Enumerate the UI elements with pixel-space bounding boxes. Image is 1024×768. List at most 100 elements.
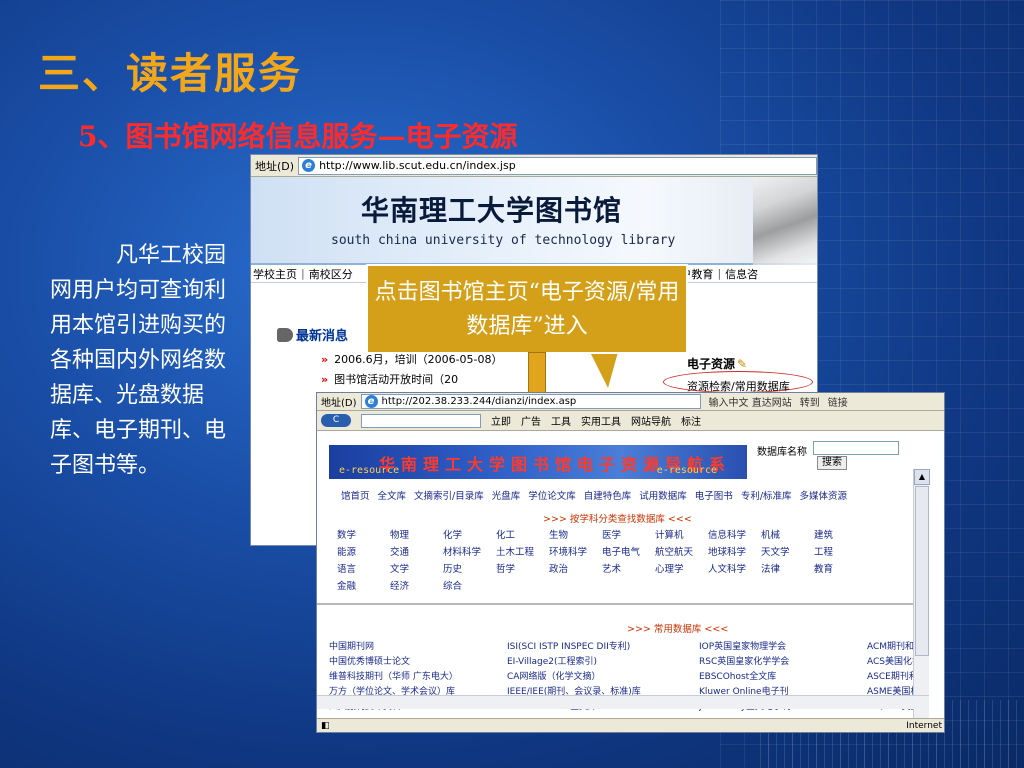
database-link[interactable]: CA网络版（化学文摘） [507, 669, 699, 682]
subject-link[interactable]: 工程 [814, 544, 867, 558]
scroll-up-icon[interactable]: ▲ [914, 469, 930, 485]
subject-link[interactable]: 化工 [496, 527, 549, 541]
instruction-callout: 点击图书馆主页“电子资源/常用数据库”进入 [366, 264, 688, 354]
latest-news-label: 最新消息 [296, 329, 349, 344]
url-text: http://202.38.233.244/dianzi/index.asp [381, 396, 577, 407]
slide-body-text: 凡华工校园网用户均可查询利用本馆引进购买的各种国内外网络数据库、光盘数据库、电子… [50, 243, 227, 478]
red-arrow-icon: » [321, 353, 329, 366]
subject-link[interactable]: 经济 [390, 578, 443, 592]
database-link[interactable]: RSC英国皇家化学学会 [699, 654, 867, 667]
nav-link[interactable]: 学位论文库 [528, 488, 576, 502]
subject-link[interactable]: 建筑 [814, 527, 867, 541]
subject-link[interactable]: 电子电气 [602, 544, 655, 558]
database-link[interactable]: 中国期刊网 [329, 639, 507, 652]
slide-title: 三、读者服务 [38, 49, 303, 98]
url-input[interactable]: e http://202.38.233.244/dianzi/index.asp [360, 394, 701, 409]
nav-link[interactable]: 多媒体资源 [800, 488, 848, 502]
subject-link[interactable]: 文学 [390, 561, 443, 575]
database-link[interactable]: IOP英国皇家物理学会 [699, 639, 867, 652]
subject-link[interactable]: 交通 [390, 544, 443, 558]
browser-toolbar: C 立即 广告 工具 实用工具 网站导航 标注 [317, 411, 944, 431]
calligraphy-decoration [753, 177, 817, 265]
database-link[interactable]: EI-Village2(工程索引) [507, 654, 699, 667]
nav-link-info-consult[interactable]: 信息咨 [723, 266, 760, 282]
database-link[interactable]: ISI(SCI ISTP INSPEC DII专利) [507, 639, 699, 652]
subject-grid: 数学 物理 化学 化工 生物 医学 计算机 信息科学 机械 建筑能源 交通 材料科学 土木工程 环境科学电… [337, 527, 917, 592]
url-text: http://www.lib.scut.edu.cn/index.jsp [319, 159, 516, 172]
database-name-label: 数据库名称 [757, 447, 807, 458]
subject-link[interactable]: 哲学 [496, 561, 549, 575]
electronic-resources-heading: 电子资源 ✎ [687, 357, 748, 371]
subject-link[interactable]: 医学 [602, 527, 655, 541]
database-name-input[interactable] [813, 441, 899, 455]
subject-link[interactable]: 信息科学 [708, 527, 761, 541]
subject-link[interactable]: 法律 [761, 561, 814, 575]
toolbar-utilities-button[interactable]: 实用工具 [581, 413, 621, 428]
library-name: 华南理工大学图书馆 [361, 194, 623, 227]
subject-link[interactable]: 航空航天 [655, 544, 708, 558]
subject-link[interactable]: 物理 [390, 527, 443, 541]
subject-link[interactable]: 土木工程 [496, 544, 549, 558]
banner-eresource-label: e-resource [656, 465, 717, 476]
vertical-scrollbar[interactable]: ▲ ▼ [913, 469, 930, 732]
subject-link[interactable]: 人文科学 [708, 561, 761, 575]
subject-link[interactable]: 数学 [337, 527, 390, 541]
subject-link[interactable]: 能源 [337, 544, 390, 558]
news-item[interactable]: » 图书馆活动开放时间（20 [321, 371, 458, 387]
toolbar-ads-button[interactable]: 广告 [521, 413, 541, 428]
scroll-thumb[interactable] [915, 486, 929, 656]
section-divider [317, 603, 929, 605]
nav-link[interactable]: 光盘库 [492, 488, 521, 502]
subject-link[interactable]: 金融 [337, 578, 390, 592]
status-bar: ◧ Internet [317, 718, 944, 732]
nav-link[interactable]: 自建特色库 [584, 488, 632, 502]
nav-link[interactable]: 全文库 [378, 488, 407, 502]
callout-tail [590, 352, 618, 388]
subject-link[interactable]: 心理学 [655, 561, 708, 575]
subject-link[interactable]: 化学 [443, 527, 496, 541]
url-input[interactable]: e http://www.lib.scut.edu.cn/index.jsp [298, 156, 817, 175]
address-bar-extras: 输入中文 直达网站 转到 链接 [701, 394, 848, 409]
ie-page-icon: e [364, 395, 378, 408]
highlight-oval [663, 371, 813, 393]
ie-page-icon: e [302, 159, 316, 172]
subject-link[interactable]: 机械 [761, 527, 814, 541]
address-bar: 地址(D) e http://202.38.233.244/dianzi/ind… [317, 393, 944, 411]
nav-link[interactable]: 专利/标准库 [741, 488, 792, 502]
subject-link[interactable]: 政治 [549, 561, 602, 575]
subject-link[interactable]: 生物 [549, 527, 602, 541]
nav-link-south-campus[interactable]: 南校区分 [307, 266, 355, 282]
nav-link[interactable]: 试用数据库 [639, 488, 687, 502]
nav-link-school-home[interactable]: 学校主页 [251, 266, 299, 282]
toolbar-mark-button[interactable]: 标注 [681, 413, 701, 428]
database-link[interactable]: 中国优秀博硕士论文 [329, 654, 507, 667]
toolbar-site-nav-button[interactable]: 网站导航 [631, 413, 671, 428]
nav-link[interactable]: 电子图书 [695, 488, 733, 502]
internet-zone-label: Internet [906, 720, 942, 731]
nav-link[interactable]: 馆首页 [341, 488, 370, 502]
search-button[interactable]: 搜索 [817, 456, 847, 470]
toolbar-tools-button[interactable]: 工具 [551, 413, 571, 428]
direct-site-input[interactable]: 输入中文 直达网站 [709, 394, 792, 409]
subject-link[interactable]: 计算机 [655, 527, 708, 541]
subject-link[interactable]: 环境科学 [549, 544, 602, 558]
subject-link[interactable]: 教育 [814, 561, 867, 575]
subject-link[interactable]: 地球科学 [708, 544, 761, 558]
subject-link[interactable]: 材料科学 [443, 544, 496, 558]
red-arrow-icon: » [321, 373, 329, 386]
toolbar-now-button[interactable]: 立即 [491, 413, 511, 428]
go-button[interactable]: 转到 [800, 394, 820, 409]
eresource-navigation-window: 地址(D) e http://202.38.233.244/dianzi/ind… [316, 392, 945, 733]
subject-link[interactable]: 综合 [443, 578, 496, 592]
links-button[interactable]: 链接 [828, 394, 848, 409]
subject-link[interactable]: 历史 [443, 561, 496, 575]
subject-link[interactable]: 天文学 [761, 544, 814, 558]
toolbar-search-input[interactable] [361, 413, 481, 428]
database-link[interactable]: EBSCOhost全文库 [699, 669, 867, 682]
common-db-section-header: >>> 常用数据库 <<< [627, 624, 729, 635]
subject-link[interactable]: 艺术 [602, 561, 655, 575]
subject-link[interactable]: 语言 [337, 561, 390, 575]
horizontal-scrollbar[interactable] [317, 695, 929, 709]
database-link[interactable]: 维普科技期刊（华师 广东电大） [329, 669, 507, 682]
nav-link[interactable]: 文摘索引/目录库 [414, 488, 484, 502]
